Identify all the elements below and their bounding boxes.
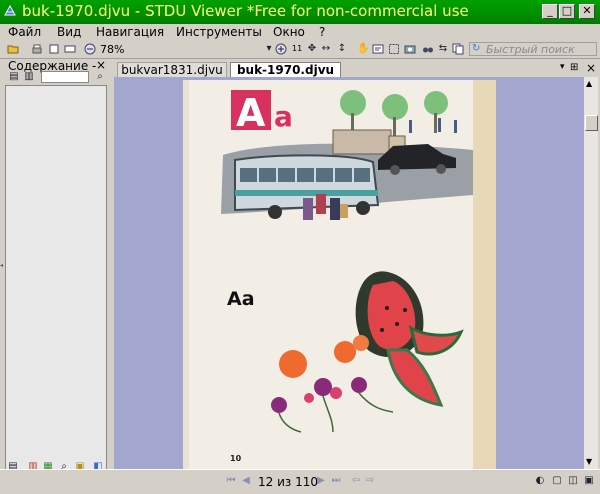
contents-tree[interactable] <box>5 85 107 487</box>
sidebar-find-icon[interactable]: ⌕ <box>94 71 106 83</box>
big-letter-a: A <box>236 91 266 135</box>
status-bar: ⏮ ◀ 12 из 110 ▶ ⏭ ⇦ ⇨ ◐ ▢ ◫ ▣ <box>0 469 600 494</box>
find-next-icon[interactable]: ⇆ <box>437 43 449 55</box>
menu-file[interactable]: Файл <box>8 25 41 39</box>
copy-icon[interactable] <box>452 43 464 55</box>
panel-resize-handle[interactable]: ◂ <box>0 262 4 270</box>
title-bar: buk-1970.djvu - STDU Viewer *Free for no… <box>0 0 600 24</box>
size-label[interactable]: 11 <box>292 44 302 53</box>
maximize-button[interactable]: □ <box>559 4 575 19</box>
tab-close-icon[interactable]: × <box>586 61 596 75</box>
first-page-icon[interactable]: ⏮ <box>225 475 237 487</box>
continuous-icon[interactable]: ▣ <box>583 475 595 487</box>
scroll-up-icon[interactable]: ▲ <box>586 79 592 88</box>
vertical-scrollbar[interactable]: ▲ ▼ <box>584 77 598 469</box>
tab-buk1970[interactable]: buk-1970.djvu <box>230 62 341 77</box>
page-indicator[interactable]: 12 из 110 <box>258 475 318 489</box>
contrast-icon[interactable]: ◐ <box>534 475 546 487</box>
scroll-down-icon[interactable]: ▼ <box>586 457 592 466</box>
quick-search-box[interactable]: ↻ Быстрый поиск <box>469 42 597 56</box>
back-icon[interactable]: ⇦ <box>350 475 362 487</box>
print-icon[interactable] <box>31 43 43 55</box>
toolbar: 78% ▾ 11 ✥ ↔ ↕ ✋ ⇆ ↻ Быстрый поиск <box>0 41 600 59</box>
last-page-icon[interactable]: ⏭ <box>330 475 342 487</box>
zoom-level[interactable]: 78% <box>100 43 260 56</box>
prev-page-icon[interactable]: ◀ <box>240 475 252 487</box>
text-letters-aa: Aa <box>227 288 255 310</box>
menu-help[interactable]: ? <box>319 25 325 39</box>
menu-view[interactable]: Вид <box>57 25 81 39</box>
single-page-icon[interactable]: ▢ <box>551 475 563 487</box>
left-panel: Содержание - × ▤ ▥ ⌕ <box>3 58 108 487</box>
tab-list-icon[interactable]: ▾ <box>560 62 565 72</box>
arrows-horizontal-icon[interactable]: ↔ <box>320 43 332 55</box>
tab-prev-icon[interactable]: ⊞ <box>570 62 578 73</box>
forward-icon[interactable]: ⇨ <box>364 475 376 487</box>
tab-label: buk-1970.djvu <box>236 63 335 77</box>
close-button[interactable]: ✕ <box>579 4 595 19</box>
close-icon: ✕ <box>582 4 592 17</box>
page-image[interactable]: A a Aa 10 <box>183 80 496 469</box>
scroll-thumb[interactable] <box>585 115 598 131</box>
tab-bukvar1831[interactable]: bukvar1831.djvu <box>117 62 227 77</box>
zoom-dropdown-icon[interactable]: ▾ <box>263 43 275 55</box>
menu-navigation[interactable]: Навигация <box>96 25 164 39</box>
menu-window[interactable]: Окно <box>273 25 305 39</box>
minimize-button[interactable]: _ <box>542 4 558 19</box>
window-title: buk-1970.djvu - STDU Viewer *Free for no… <box>22 2 469 20</box>
snapshot-icon[interactable] <box>404 43 416 55</box>
two-page-icon[interactable]: ◫ <box>567 475 579 487</box>
zoom-out-icon[interactable] <box>84 43 96 55</box>
move-icon[interactable]: ✥ <box>306 43 318 55</box>
find-icon[interactable] <box>422 43 434 55</box>
select-text-icon[interactable] <box>372 43 384 55</box>
zoom-in-icon[interactable] <box>275 43 287 55</box>
hand-tool-icon[interactable]: ✋ <box>357 43 369 55</box>
sidebar-toolbar: ▤ ▥ ⌕ <box>6 71 106 84</box>
big-letter-a-lower: a <box>274 100 293 133</box>
fit-width-icon[interactable] <box>64 43 76 55</box>
menu-bar: Файл Вид Навигация Инструменты Окно ? <box>0 24 600 41</box>
expand-all-icon[interactable]: ▤ <box>8 71 20 83</box>
quick-search-placeholder: Быстрый поиск <box>486 43 575 56</box>
tab-label: bukvar1831.djvu <box>121 63 223 77</box>
open-folder-icon[interactable] <box>7 43 19 55</box>
quick-search-icon: ↻ <box>472 43 481 54</box>
minimize-icon: _ <box>547 4 553 17</box>
next-page-icon[interactable]: ▶ <box>315 475 327 487</box>
sidebar-filter-input[interactable] <box>41 71 89 83</box>
collapse-all-icon[interactable]: ▥ <box>23 71 35 83</box>
page-number: 10 <box>230 454 242 463</box>
menu-tools[interactable]: Инструменты <box>176 25 262 39</box>
app-icon[interactable] <box>3 4 17 18</box>
maximize-icon: □ <box>561 4 573 17</box>
fit-page-icon[interactable] <box>48 43 60 55</box>
select-area-icon[interactable] <box>388 43 400 55</box>
sidebar-close-icon[interactable]: × <box>96 58 106 72</box>
arrows-vertical-icon[interactable]: ↕ <box>336 43 348 55</box>
